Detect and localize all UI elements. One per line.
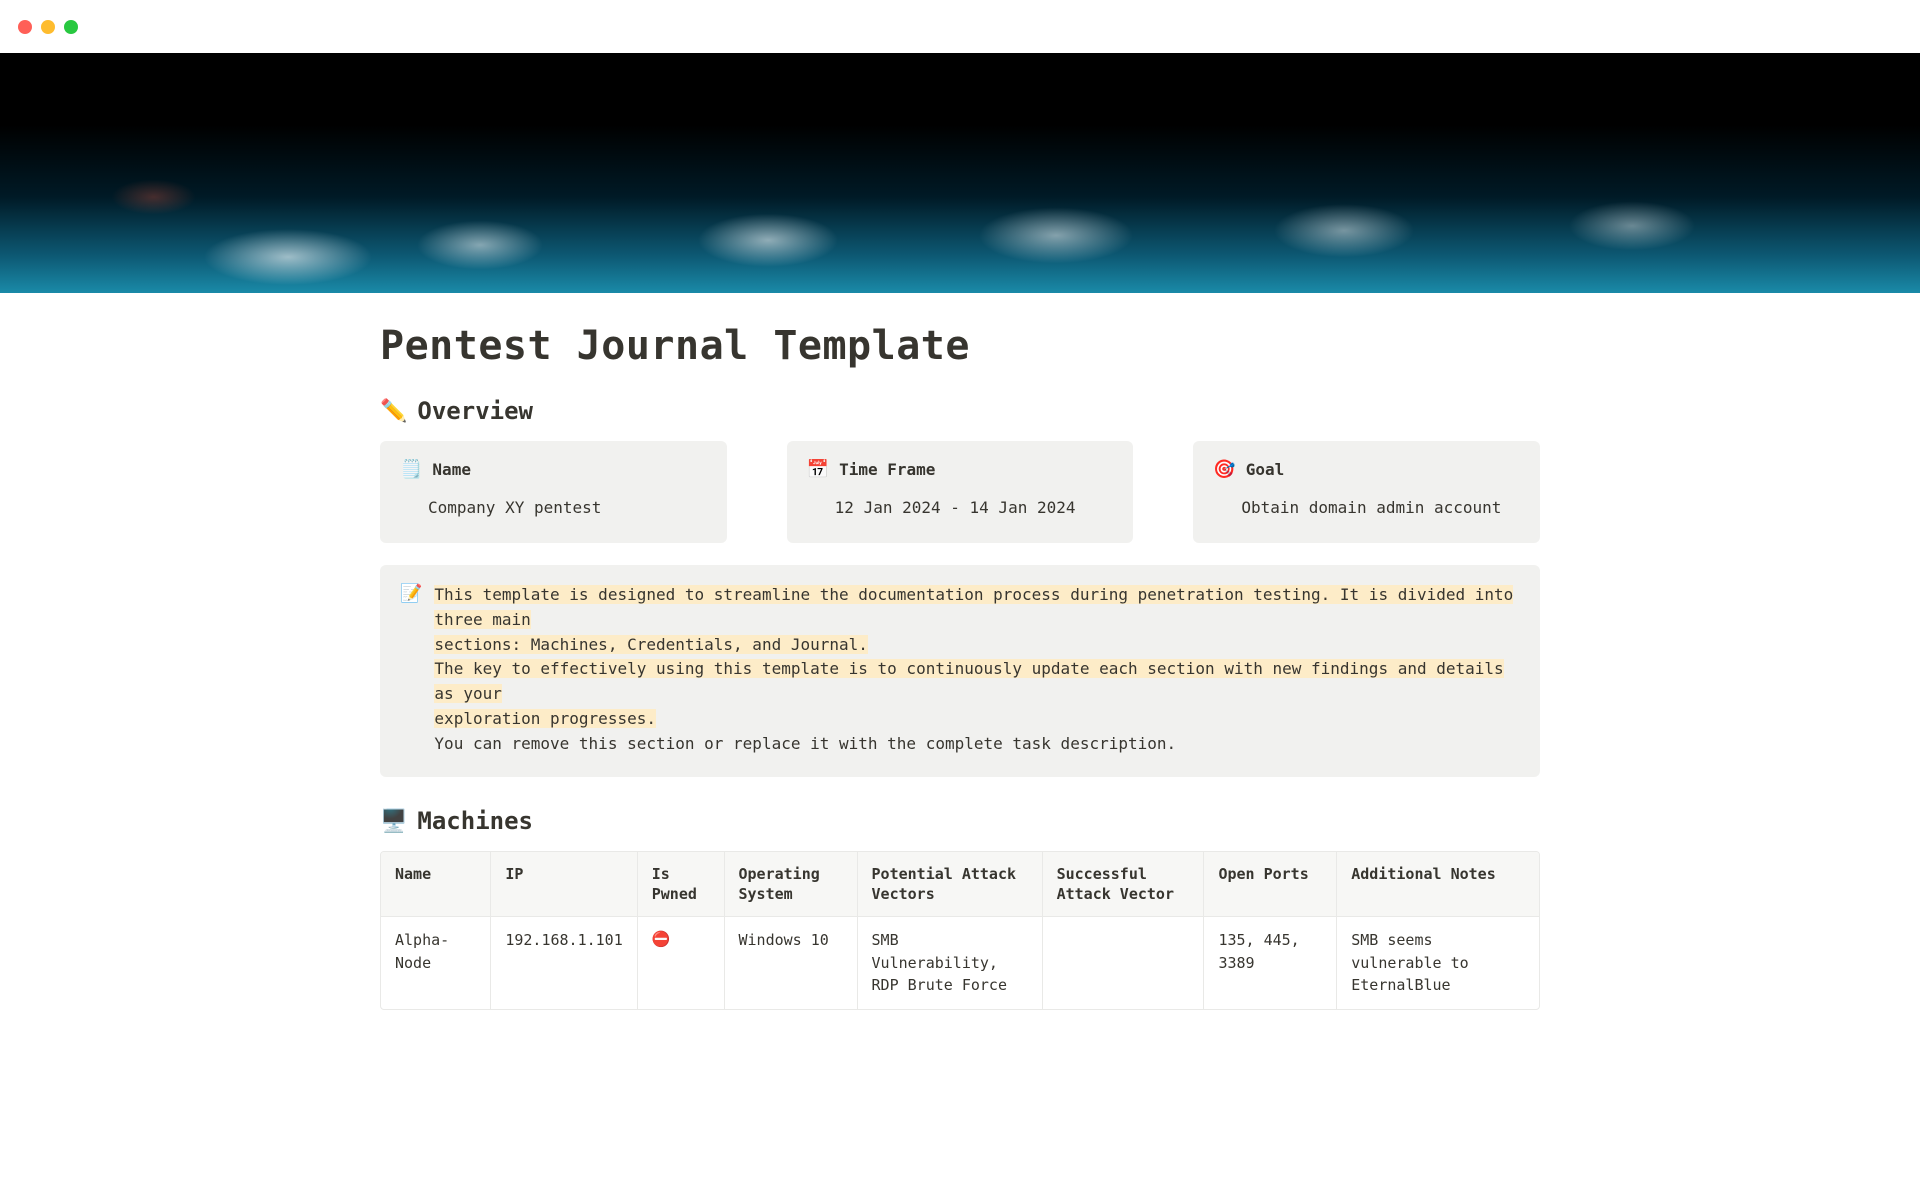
monitor-icon: 🖥️ <box>380 810 407 832</box>
window-zoom-button[interactable] <box>64 20 78 34</box>
card-goal[interactable]: 🎯 Goal Obtain domain admin account <box>1193 441 1540 543</box>
col-ip[interactable]: IP <box>491 852 637 917</box>
callout-line2b: exploration progresses. <box>434 709 656 728</box>
cell-pwned[interactable]: ⛔ <box>637 917 724 1009</box>
window-close-button[interactable] <box>18 20 32 34</box>
overview-callout[interactable]: 📝 This template is designed to streamlin… <box>380 565 1540 777</box>
cell-potential[interactable]: SMB Vulnerability, RDP Brute Force <box>857 917 1042 1009</box>
col-successful[interactable]: Successful Attack Vector <box>1042 852 1204 917</box>
col-name[interactable]: Name <box>381 852 491 917</box>
machines-heading-text: Machines <box>417 807 533 835</box>
table-header-row: Name IP Is Pwned Operating System Potent… <box>381 852 1539 917</box>
overview-cards: 🗒️ Name Company XY pentest 📅 Time Frame … <box>380 441 1540 543</box>
col-potential[interactable]: Potential Attack Vectors <box>857 852 1042 917</box>
overview-heading-text: Overview <box>417 397 533 425</box>
window-minimize-button[interactable] <box>41 20 55 34</box>
callout-line2a: The key to effectively using this templa… <box>434 659 1503 703</box>
col-notes[interactable]: Additional Notes <box>1337 852 1539 917</box>
window-chrome <box>0 0 1920 53</box>
machines-heading[interactable]: 🖥️ Machines <box>380 807 1540 835</box>
cover-image[interactable] <box>0 53 1920 293</box>
card-goal-label: Goal <box>1246 460 1285 479</box>
pencil-icon: ✏️ <box>380 400 407 422</box>
card-name[interactable]: 🗒️ Name Company XY pentest <box>380 441 727 543</box>
target-icon: 🎯 <box>1213 459 1235 480</box>
cell-successful[interactable] <box>1042 917 1204 1009</box>
callout-body[interactable]: This template is designed to streamline … <box>434 583 1518 757</box>
card-time-frame[interactable]: 📅 Time Frame 12 Jan 2024 - 14 Jan 2024 <box>787 441 1134 543</box>
calendar-icon: 📅 <box>807 459 829 480</box>
callout-line1b: sections: Machines, Credentials, and Jou… <box>434 635 867 654</box>
col-os[interactable]: Operating System <box>724 852 857 917</box>
card-time-label: Time Frame <box>839 460 935 479</box>
cell-notes[interactable]: SMB seems vulnerable to EternalBlue <box>1337 917 1539 1009</box>
memo-icon: 📝 <box>400 583 422 757</box>
card-name-value[interactable]: Company XY pentest <box>400 498 705 517</box>
cell-os[interactable]: Windows 10 <box>724 917 857 1009</box>
cell-ports[interactable]: 135, 445, 3389 <box>1204 917 1337 1009</box>
callout-line1a: This template is designed to streamline … <box>434 585 1513 629</box>
card-name-label: Name <box>432 460 471 479</box>
card-goal-value[interactable]: Obtain domain admin account <box>1213 498 1518 517</box>
callout-line3: You can remove this section or replace i… <box>434 734 1176 753</box>
card-time-value[interactable]: 12 Jan 2024 - 14 Jan 2024 <box>807 498 1112 517</box>
page-title[interactable]: Pentest Journal Template <box>380 323 1540 369</box>
notepad-icon: 🗒️ <box>400 459 422 480</box>
machines-table[interactable]: Name IP Is Pwned Operating System Potent… <box>380 851 1540 1010</box>
cell-ip[interactable]: 192.168.1.101 <box>491 917 637 1009</box>
col-pwned[interactable]: Is Pwned <box>637 852 724 917</box>
cell-name[interactable]: Alpha-Node <box>381 917 491 1009</box>
table-row[interactable]: Alpha-Node 192.168.1.101 ⛔ Windows 10 SM… <box>381 917 1539 1009</box>
overview-heading[interactable]: ✏️ Overview <box>380 397 1540 425</box>
page-content: Pentest Journal Template ✏️ Overview 🗒️ … <box>360 293 1560 1050</box>
col-ports[interactable]: Open Ports <box>1204 852 1337 917</box>
